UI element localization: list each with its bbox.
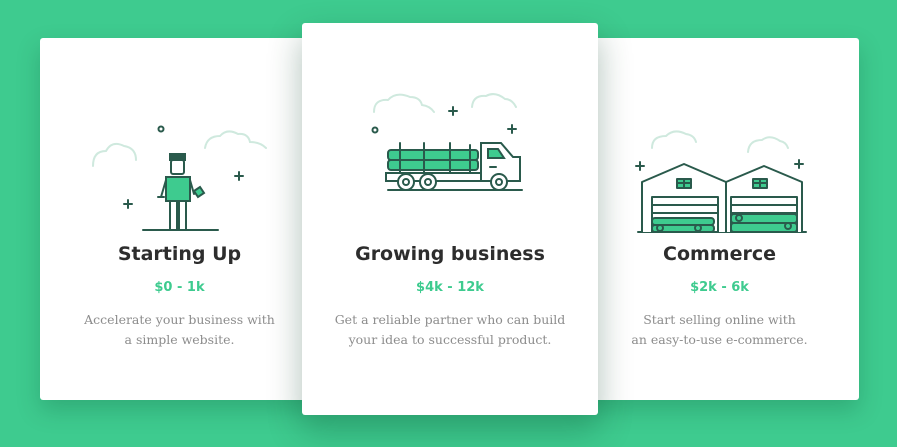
pricing-card-growing-business[interactable]: Growing business $4k - 12k Get a reliabl… (302, 23, 598, 415)
plan-description-line: Accelerate your business with (84, 312, 275, 327)
pricing-card-commerce[interactable]: Commerce $2k - 6k Start selling online w… (580, 38, 859, 400)
plan-description: Get a reliable partner who can build you… (322, 310, 578, 350)
plan-description-line: your idea to successful product. (348, 332, 552, 347)
plan-title: Starting Up (117, 243, 242, 265)
plan-description: Accelerate your business with a simple w… (60, 310, 299, 350)
truck-icon (371, 93, 523, 191)
plan-price: $0 - 1k (154, 280, 205, 295)
plan-description-line: a simple website. (124, 332, 235, 347)
plan-title: Commerce (663, 243, 776, 265)
plan-description-line: Get a reliable partner who can build (334, 312, 566, 327)
plan-price: $2k - 6k (690, 280, 749, 295)
warehouse-icon (635, 130, 807, 233)
person-icon (92, 125, 267, 231)
pricing-card-starting-up[interactable]: Starting Up $0 - 1k Accelerate your busi… (40, 38, 319, 400)
plan-title: Growing business (355, 243, 545, 265)
plan-description-line: an easy-to-use e-commerce. (631, 332, 808, 347)
plan-description: Start selling online with an easy-to-use… (600, 310, 839, 350)
plan-description-line: Start selling online with (643, 312, 796, 327)
plan-price: $4k - 12k (416, 280, 484, 295)
